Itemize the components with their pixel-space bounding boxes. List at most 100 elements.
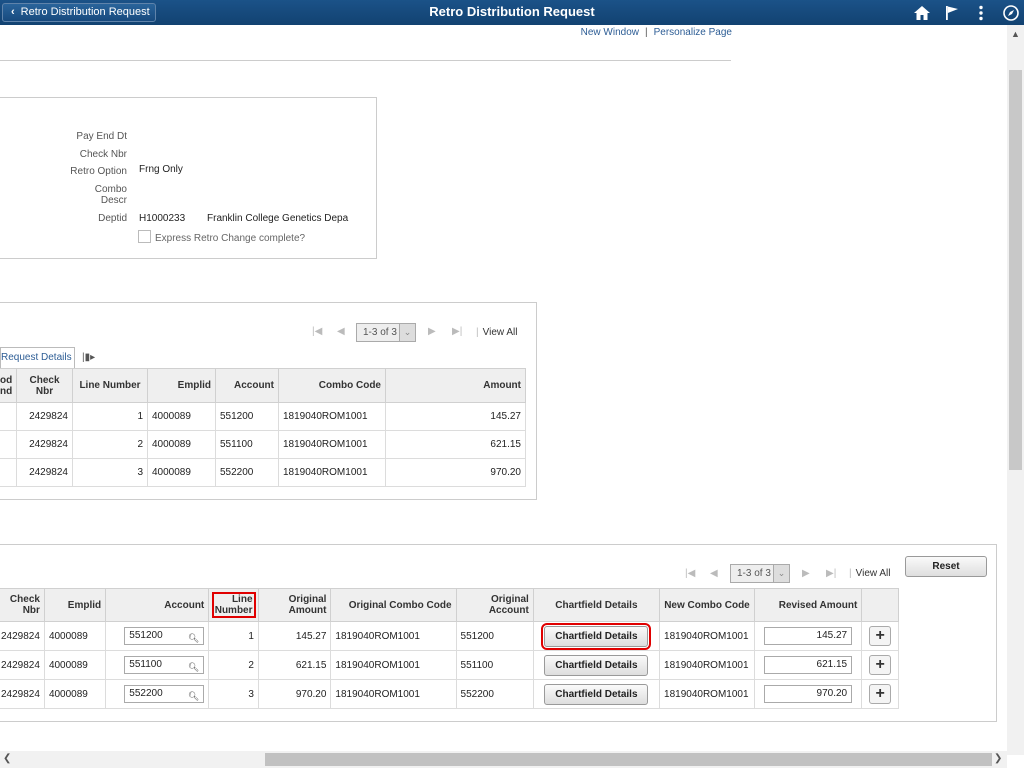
chartfield-details-button[interactable]: Chartfield Details [544, 654, 649, 676]
cell-new-combo-code: 1819040ROM1001 [659, 679, 755, 709]
col-header-check-nbr: Check Nbr [16, 368, 73, 403]
cell-revised-amount: 970.20 [753, 679, 863, 709]
add-row-button[interactable]: + [869, 626, 892, 646]
search-icon[interactable]: 🔍︎ [188, 688, 199, 704]
revised-amount-input[interactable]: 145.27 [764, 627, 853, 645]
grid1-nav-prev[interactable]: ◀ [337, 326, 345, 337]
account-input[interactable]: 551100 🔍︎ [124, 656, 205, 675]
cell-check-nbr: 2429824 [16, 458, 73, 487]
combo-descr-label-1: Combo [94, 184, 127, 195]
grid2-nav-last[interactable]: ▶| [826, 568, 836, 579]
horizontal-scrollbar[interactable]: ❮ ❯ [0, 751, 1007, 768]
cell-line-number: 3 [72, 458, 148, 487]
cell-original-account: 551200 [455, 621, 534, 651]
search-icon[interactable]: 🔍︎ [188, 630, 199, 646]
line-number-highlight: Line Number [211, 592, 256, 618]
cell-line-number: 2 [72, 430, 148, 459]
grid1-view-all[interactable]: | View All [476, 327, 517, 338]
grid1-nav-last[interactable]: ▶| [452, 326, 462, 337]
cell-emplid: 4000089 [147, 402, 216, 431]
chevron-down-icon: ⌄ [399, 324, 415, 341]
cell-chartfield-details: Chartfield Details [532, 650, 661, 680]
cell-original-combo-code: 1819040ROM1001 [330, 679, 457, 709]
scroll-up-icon[interactable]: ▲ [1011, 29, 1020, 39]
scroll-left-icon[interactable]: ❮ [3, 753, 11, 764]
cell-line-number: 3 [208, 679, 259, 709]
cell-original-amount: 970.20 [257, 679, 332, 709]
grid1-page-selector[interactable]: 1-3 of 3 ⌄ [356, 323, 416, 342]
grid1-view-all-label: View All [482, 327, 518, 338]
cell-combo-code: 1819040ROM1001 [278, 458, 386, 487]
request-details-table: od nd Check Nbr Line Number Emplid Accou… [0, 368, 526, 487]
personalize-page-link[interactable]: Personalize Page [654, 27, 732, 38]
vertical-scroll-thumb[interactable] [1009, 70, 1022, 470]
divider [0, 60, 731, 61]
express-retro-checkbox[interactable] [138, 230, 151, 243]
deptid-label: Deptid [98, 213, 127, 224]
account-input[interactable]: 552200 🔍︎ [124, 685, 205, 704]
col-header-account: Account [105, 588, 210, 622]
page-title: Retro Distribution Request [429, 4, 595, 19]
grid2-nav-prev[interactable]: ◀ [710, 568, 718, 579]
cell-account: 551100 🔍︎ [105, 650, 210, 680]
cell-check-nbr: 2429824 [0, 650, 45, 680]
show-all-columns-icon[interactable]: |▮▸ [82, 352, 95, 363]
col-header-pod: od nd [0, 368, 17, 403]
cell-original-combo-code: 1819040ROM1001 [330, 650, 457, 680]
col-header-chartfield-details: Chartfield Details [532, 588, 661, 622]
cell-check-nbr: 2429824 [16, 430, 73, 459]
add-row-button[interactable]: + [869, 655, 892, 675]
new-window-link[interactable]: New Window [581, 27, 639, 38]
app-header: ‹ Retro Distribution Request Retro Distri… [0, 0, 1024, 25]
add-row-button[interactable]: + [869, 684, 892, 704]
cell-check-nbr: 2429824 [0, 679, 45, 709]
cell-check-nbr: 2429824 [0, 621, 45, 651]
top-links: New Window | Personalize Page [581, 27, 732, 38]
grid2-page-selector[interactable]: 1-3 of 3 ⌄ [730, 564, 790, 583]
grid2-nav-first[interactable]: |◀ [685, 568, 695, 579]
cell-actions: + [861, 650, 899, 680]
link-separator: | [645, 27, 648, 38]
check-nbr-label: Check Nbr [79, 149, 127, 160]
grid2-view-all[interactable]: | View All [849, 568, 890, 579]
cell-account: 552200 🔍︎ [105, 679, 210, 709]
cell-combo-code: 1819040ROM1001 [278, 402, 386, 431]
col-header-check-nbr: Check Nbr [0, 588, 45, 622]
express-retro-label: Express Retro Change complete? [155, 233, 306, 244]
grid1-nav-first[interactable]: |◀ [312, 326, 322, 337]
chartfield-details-button[interactable]: Chartfield Details [541, 622, 652, 650]
retro-option-value: Frng Only [139, 164, 183, 175]
compass-icon[interactable] [1002, 4, 1020, 22]
search-icon[interactable]: 🔍︎ [188, 659, 199, 675]
flag-icon[interactable] [943, 4, 961, 22]
account-input[interactable]: 551200 🔍︎ [124, 627, 205, 646]
cell-line-number: 1 [72, 402, 148, 431]
grid1-nav-next[interactable]: ▶ [428, 326, 436, 337]
vertical-scrollbar[interactable]: ▲ [1007, 25, 1024, 755]
deptid-description: Franklin College Genetics Depa [207, 213, 349, 224]
cell-new-combo-code: 1819040ROM1001 [659, 650, 755, 680]
cell-account: 551100 [215, 430, 279, 459]
grid2-nav-next[interactable]: ▶ [802, 568, 810, 579]
col-header-actions [861, 588, 899, 622]
grid2-pager-text: 1-3 of 3 [737, 568, 771, 579]
col-header-emplid: Emplid [43, 588, 107, 622]
scroll-right-icon[interactable]: ❯ [994, 753, 1002, 764]
cell-emplid: 4000089 [43, 650, 107, 680]
cell-line-number: 1 [208, 621, 259, 651]
col-header-original-amount: Original Amount [257, 588, 332, 622]
revised-amount-input[interactable]: 970.20 [764, 685, 853, 703]
pay-end-dt-label: Pay End Dt [76, 131, 127, 142]
more-icon[interactable] [972, 4, 990, 22]
horizontal-scroll-thumb[interactable] [265, 753, 992, 766]
reset-button[interactable]: Reset [905, 556, 987, 577]
home-icon[interactable] [913, 4, 931, 22]
chartfield-details-button[interactable]: Chartfield Details [544, 683, 649, 705]
tab-request-details[interactable]: Request Details [0, 347, 75, 369]
distribution-lines-table: Check Nbr Emplid Account Line Number Origi… [0, 588, 899, 709]
cell-emplid: 4000089 [147, 458, 216, 487]
col-header-account: Account [215, 368, 279, 403]
revised-amount-input[interactable]: 621.15 [764, 656, 853, 674]
chevron-down-icon: ⌄ [773, 565, 789, 582]
row-cell-pod [0, 402, 17, 431]
